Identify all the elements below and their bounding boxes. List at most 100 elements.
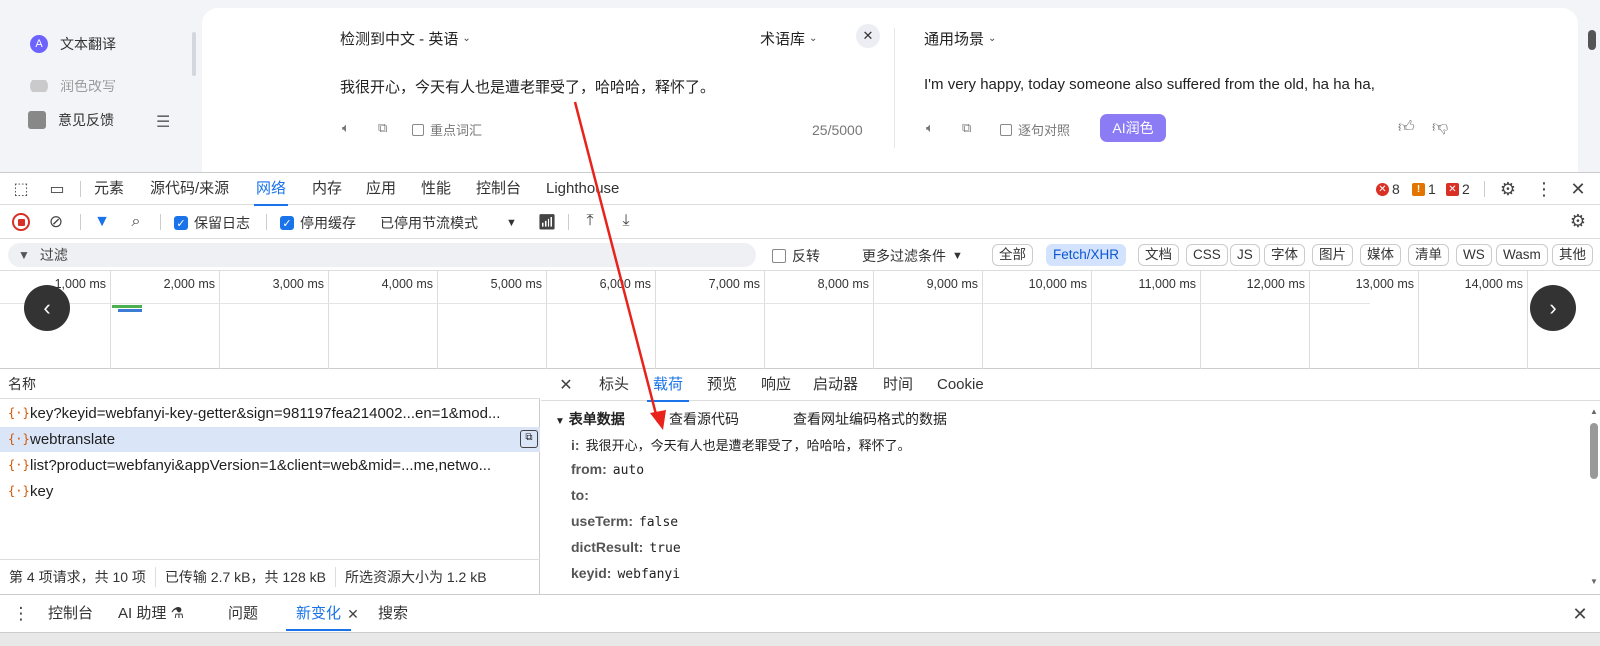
close-devtools-icon[interactable]: ✕: [1568, 179, 1588, 199]
speaker-icon[interactable]: 🔈︎: [926, 120, 934, 136]
source-text-input[interactable]: 我很开心，今天有人也是遭老罪受了，哈哈哈，释怀了。: [340, 76, 715, 97]
network-conditions-icon[interactable]: 📶︎: [536, 212, 558, 232]
chevron-right-icon[interactable]: ›: [1530, 285, 1576, 331]
drawer-tab-search[interactable]: 搜索: [378, 595, 408, 633]
sidebar-item-feedback[interactable]: 意见反馈: [28, 110, 114, 130]
copy-icon[interactable]: ⧉: [378, 120, 387, 136]
tab-elements[interactable]: 元素: [94, 173, 124, 205]
tab-memory[interactable]: 内存: [312, 173, 342, 205]
drawer-tab-ai-assistant[interactable]: AI 助理 ⚗: [118, 595, 184, 633]
collapse-menu-icon[interactable]: ☰: [156, 112, 170, 132]
preserve-log-checkbox[interactable]: ✓ 保留日志: [174, 213, 250, 233]
filter-chip-media[interactable]: 媒体: [1360, 244, 1401, 266]
filter-chip-other[interactable]: 其他: [1552, 244, 1593, 266]
detail-scrollbar[interactable]: ▲ ▼: [1590, 407, 1598, 587]
timeline-tick-label: 13,000 ms: [1355, 277, 1414, 291]
key-terms-checkbox[interactable]: 重点词汇: [412, 120, 482, 139]
drawer-tab-console[interactable]: 控制台: [48, 595, 93, 633]
close-tab-icon[interactable]: ✕: [346, 605, 360, 623]
name-column-header[interactable]: 名称: [0, 369, 540, 399]
sidebar-item-polish[interactable]: 润色改写: [30, 80, 116, 92]
drawer-menu-icon[interactable]: ⋮: [12, 604, 30, 624]
settings-gear-icon[interactable]: ⚙: [1498, 179, 1518, 199]
more-filters-dropdown[interactable]: 更多过滤条件 ▼: [862, 246, 963, 266]
warning-icon: !: [1412, 182, 1425, 196]
triangle-down-icon: ▼: [555, 416, 565, 427]
filter-chip-wasm[interactable]: Wasm: [1496, 244, 1548, 266]
filter-chip-js[interactable]: JS: [1230, 244, 1260, 266]
tab-console[interactable]: 控制台: [476, 173, 521, 205]
close-drawer-icon[interactable]: ✕: [1570, 604, 1590, 624]
request-row[interactable]: {·} key?keyid=webfanyi-key-getter&sign=9…: [0, 401, 540, 426]
tab-network[interactable]: 网络: [253, 173, 289, 206]
filter-chip-css[interactable]: CSS: [1186, 244, 1228, 266]
tab-response[interactable]: 响应: [761, 369, 791, 401]
tab-payload[interactable]: 载荷: [646, 369, 690, 402]
filter-placeholder: 过滤: [39, 247, 68, 263]
tab-application[interactable]: 应用: [366, 173, 396, 205]
issues-count-badge[interactable]: ✕ 2: [1446, 181, 1470, 197]
form-data-section-toggle[interactable]: ▼ 表单数据: [555, 409, 625, 429]
filter-icon[interactable]: ▼: [92, 212, 112, 232]
sidebar-item-text-translate[interactable]: A 文本翻译: [30, 34, 116, 54]
more-options-icon[interactable]: ⋮: [1534, 179, 1554, 199]
record-stop-icon[interactable]: [12, 213, 30, 231]
drawer-tab-issues[interactable]: 问题: [228, 595, 258, 633]
speaker-icon[interactable]: 🔈︎: [342, 120, 350, 136]
network-settings-gear-icon[interactable]: ⚙: [1568, 211, 1588, 231]
filter-input[interactable]: ▼ 过滤: [8, 243, 756, 267]
sentence-compare-checkbox[interactable]: 逐句对照: [1000, 120, 1070, 139]
tab-cookies[interactable]: Cookie: [937, 369, 984, 401]
clear-icon[interactable]: ⊘: [46, 212, 66, 232]
chevron-down-icon: ⌄: [809, 33, 818, 44]
filter-chip-fetch-xhr[interactable]: Fetch/XHR: [1046, 244, 1127, 266]
tab-sources[interactable]: 源代码/来源: [150, 173, 229, 205]
filter-chip-ws[interactable]: WS: [1456, 244, 1492, 266]
copy-icon[interactable]: ⧉: [962, 120, 971, 136]
request-row-selected[interactable]: {·} webtranslate ⧉: [0, 427, 540, 452]
filter-chip-font[interactable]: 字体: [1264, 244, 1305, 266]
network-toolbar: ⊘ ▼ ⌕ ✓ 保留日志 ✓ 停用缓存 已停用节流模式 ▼ 📶︎ ⤒ ⤓ ⚙: [0, 205, 1600, 239]
glossary-dropdown[interactable]: 术语库 ⌄: [760, 28, 817, 49]
timeline-gridline: [982, 271, 983, 369]
sidebar-scrollbar[interactable]: [192, 32, 196, 76]
inspect-element-icon[interactable]: ⬚: [10, 179, 32, 199]
request-row[interactable]: {·} list?product=webfanyi&appVersion=1&c…: [0, 453, 540, 478]
drawer-tab-whats-new[interactable]: 新变化: [285, 595, 352, 633]
clear-text-button[interactable]: ✕: [856, 24, 880, 48]
export-har-icon[interactable]: ⤓: [616, 211, 636, 231]
tab-initiator[interactable]: 启动器: [813, 369, 858, 401]
tab-timing[interactable]: 时间: [883, 369, 913, 401]
filter-chip-manifest[interactable]: 清单: [1408, 244, 1449, 266]
filter-chip-all[interactable]: 全部: [992, 244, 1033, 266]
network-timeline[interactable]: ‹ › 1,000 ms 2,000 ms 3,000 ms 4,000 ms 5,00…: [0, 271, 1600, 369]
filter-chip-doc[interactable]: 文档: [1138, 244, 1179, 266]
tab-headers[interactable]: 标头: [599, 369, 629, 401]
scene-dropdown[interactable]: 通用场景 ⌄: [924, 28, 996, 49]
source-language-dropdown[interactable]: 检测到中文 - 英语 ⌄: [340, 28, 471, 49]
request-row[interactable]: {·} key: [0, 479, 540, 504]
tab-performance[interactable]: 性能: [421, 173, 451, 205]
view-source-link[interactable]: 查看源代码: [669, 409, 739, 429]
copy-request-icon[interactable]: ⧉: [520, 430, 538, 448]
error-count-badge[interactable]: ✕ 8: [1376, 181, 1400, 197]
view-url-encoded-link[interactable]: 查看网址编码格式的数据: [793, 409, 947, 429]
close-detail-icon[interactable]: ✕: [557, 375, 575, 395]
disable-cache-checkbox[interactable]: ✓ 停用缓存: [280, 213, 356, 233]
timeline-tick-label: 15,0: [1536, 277, 1600, 291]
throttling-dropdown[interactable]: 已停用节流模式 ▼: [380, 213, 517, 233]
tab-lighthouse[interactable]: Lighthouse: [546, 173, 619, 205]
search-icon[interactable]: ⌕: [126, 212, 146, 232]
source-language-label: 检测到中文 - 英语: [340, 31, 459, 48]
thumbs-up-icon[interactable]: 👍︎: [1398, 118, 1415, 137]
chevron-left-icon[interactable]: ‹: [24, 285, 70, 331]
warning-count-badge[interactable]: ! 1: [1412, 181, 1436, 197]
import-har-icon[interactable]: ⤒: [580, 211, 600, 231]
page-scrollbar[interactable]: [1588, 30, 1596, 50]
filter-chip-img[interactable]: 图片: [1312, 244, 1353, 266]
device-toolbar-icon[interactable]: ▭: [46, 179, 68, 199]
tab-preview[interactable]: 预览: [707, 369, 737, 401]
ai-polish-button[interactable]: AI润色: [1100, 114, 1166, 142]
thumbs-down-icon[interactable]: 👎︎: [1432, 118, 1448, 137]
invert-checkbox[interactable]: 反转: [772, 246, 820, 266]
